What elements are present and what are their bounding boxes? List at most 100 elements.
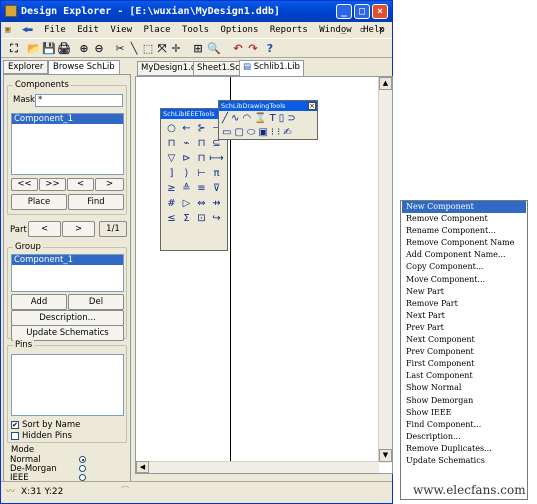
zoom-out-icon[interactable]: ⊖ <box>92 42 106 55</box>
part-prev-button[interactable]: < <box>28 221 61 237</box>
tab-schlib1-lib[interactable]: ▤ Schlib1.Lib <box>239 60 304 76</box>
ieee-tool-icon[interactable]: ← <box>179 121 194 136</box>
ieee-tool-icon[interactable]: ] <box>164 166 179 181</box>
ieee-tool-icon[interactable]: ⌁ <box>179 136 194 151</box>
menu-item-add-component-name[interactable]: Add Component Name... <box>402 249 526 261</box>
title-bar[interactable]: Design Explorer - [E:\wuxian\MyDesign1.d… <box>1 1 392 22</box>
ieee-tool-icon[interactable]: ⊓ <box>194 136 209 151</box>
bezier-tool-icon[interactable]: ∿ <box>231 113 242 124</box>
update-schematics-button[interactable]: Update Schematics <box>11 325 124 341</box>
save-icon[interactable]: 💾 <box>42 42 56 55</box>
group-list[interactable]: Component_1 <box>11 254 124 292</box>
ieee-tool-icon[interactable]: ⊓ <box>194 151 209 166</box>
ieee-tool-icon[interactable]: ⊓ <box>164 136 179 151</box>
ieee-tool-icon[interactable]: # <box>164 196 179 211</box>
scroll-up-icon[interactable]: ▲ <box>379 77 392 90</box>
hidden-pins-checkbox[interactable]: Hidden Pins <box>11 431 72 441</box>
menu-item-remove-part[interactable]: Remove Part <box>402 298 526 310</box>
ieee-tool-icon[interactable]: ○ <box>164 121 179 136</box>
select-icon[interactable]: ⬚ <box>141 42 155 55</box>
checkbox-checked-icon[interactable]: ✔ <box>11 420 19 429</box>
array-tool-icon[interactable]: ⁝⁝ <box>271 127 283 138</box>
cut-icon[interactable]: ✂ <box>113 42 127 55</box>
zoom-in-icon[interactable]: ⊕ <box>77 42 91 55</box>
menu-item-show-normal[interactable]: Show Normal <box>402 382 526 394</box>
menu-item-move-component[interactable]: Move Component... <box>402 274 526 286</box>
ieee-tool-icon[interactable]: ▽ <box>164 151 179 166</box>
menu-item-next-part[interactable]: Next Part <box>402 310 526 322</box>
ieee-tool-icon[interactable]: ≡ <box>194 181 209 196</box>
scroll-down-icon[interactable]: ▼ <box>379 449 392 462</box>
drawing-tools-title[interactable]: SchLibDrawingTools × <box>219 101 317 111</box>
ieee-tool-icon[interactable]: ≥ <box>164 181 179 196</box>
pin-tool-icon[interactable]: ✍ <box>283 127 294 138</box>
close-button[interactable]: × <box>372 4 388 19</box>
ellipse-tool-icon[interactable]: ⬭ <box>247 127 259 138</box>
menu-options[interactable]: Options <box>220 22 258 38</box>
tab-explorer[interactable]: Explorer <box>3 60 49 74</box>
redo-icon[interactable]: ↷ <box>246 42 260 55</box>
ieee-tool-icon[interactable]: ⊳ <box>179 151 194 166</box>
menu-item-rename-component[interactable]: Rename Component... <box>402 225 526 237</box>
menu-tools[interactable]: Tools <box>182 22 209 38</box>
file-icon[interactable]: ⛶ <box>7 42 21 55</box>
add-button[interactable]: Add <box>11 294 67 310</box>
add-part-tool-icon[interactable]: ⊃ <box>287 113 298 124</box>
menu-item-description[interactable]: Description... <box>402 431 526 443</box>
menu-item-show-demorgan[interactable]: Show Demorgan <box>402 395 526 407</box>
next-component-button[interactable]: > <box>95 178 124 191</box>
polygon-tool-icon[interactable]: ⌛ <box>254 113 269 124</box>
image-tool-icon[interactable]: ▣ <box>258 127 270 138</box>
ieee-tool-icon[interactable]: Σ <box>179 211 194 226</box>
menu-item-update-schematics[interactable]: Update Schematics <box>402 455 526 467</box>
menu-item-remove-component-name[interactable]: Remove Component Name <box>402 237 526 249</box>
horizontal-scrollbar[interactable]: ◀ <box>136 461 379 473</box>
first-component-button[interactable]: << <box>11 178 38 191</box>
arc-tool-icon[interactable]: ◠ <box>242 113 254 124</box>
line-tool-icon[interactable]: ╱ <box>222 113 231 124</box>
part-next-button[interactable]: > <box>62 221 95 237</box>
rectangle-tool-icon[interactable]: ▭ <box>222 127 234 138</box>
rounded-rectangle-tool-icon[interactable]: ▢ <box>234 127 246 138</box>
menu-item-show-ieee[interactable]: Show IEEE <box>402 407 526 419</box>
ieee-tool-icon[interactable]: ⟩ <box>179 166 194 181</box>
minimize-button[interactable]: _ <box>336 4 352 19</box>
last-component-button[interactable]: >> <box>39 178 66 191</box>
undo-icon[interactable]: ↶ <box>231 42 245 55</box>
find-button[interactable]: Find <box>68 194 124 210</box>
del-button[interactable]: Del <box>68 294 124 310</box>
description-button[interactable]: Description... <box>11 310 124 326</box>
menu-item-find-component[interactable]: Find Component... <box>402 419 526 431</box>
ieee-tool-icon[interactable]: ⟼ <box>209 151 224 166</box>
list-item[interactable]: Component_1 <box>12 114 123 124</box>
app-menu-icon[interactable]: ▣ <box>5 22 10 38</box>
menu-edit[interactable]: Edit <box>77 22 99 38</box>
ieee-tool-icon[interactable]: ⇸ <box>209 196 224 211</box>
place-button[interactable]: Place <box>11 194 67 210</box>
move-icon[interactable]: ✛ <box>169 42 183 55</box>
menu-item-prev-part[interactable]: Prev Part <box>402 322 526 334</box>
new-component-tool-icon[interactable]: ▯ <box>279 113 288 124</box>
menu-item-last-component[interactable]: Last Component <box>402 370 526 382</box>
menu-file[interactable]: File <box>44 22 66 38</box>
scroll-left-icon[interactable]: ◀ <box>136 461 149 473</box>
menu-item-next-component[interactable]: Next Component <box>402 334 526 346</box>
ieee-tool-icon[interactable]: ↪ <box>209 211 224 226</box>
ieee-tool-icon[interactable]: ▷ <box>179 196 194 211</box>
prev-component-button[interactable]: < <box>67 178 94 191</box>
design-manager-icon[interactable]: ◀▬ <box>22 22 33 38</box>
menu-reports[interactable]: Reports <box>270 22 308 38</box>
menu-item-remove-duplicates[interactable]: Remove Duplicates... <box>402 443 526 455</box>
menu-item-remove-component[interactable]: Remove Component <box>402 213 526 225</box>
menu-item-prev-component[interactable]: Prev Component <box>402 346 526 358</box>
text-tool-icon[interactable]: T <box>270 113 279 124</box>
ieee-tool-icon[interactable]: ≤ <box>164 211 179 226</box>
menu-item-first-component[interactable]: First Component <box>402 358 526 370</box>
menu-place[interactable]: Place <box>143 22 170 38</box>
pins-list[interactable] <box>11 354 124 416</box>
schematic-library-canvas[interactable]: ▲ ▼ ◀ SchLibIEEETools× ○ ← ⊱ ⊣ ⊓ ⌁ ⊓ ⊆ ▽… <box>135 76 393 474</box>
mode-ieee-radio[interactable] <box>79 474 86 481</box>
ieee-tool-icon[interactable]: ≙ <box>179 181 194 196</box>
ieee-tool-icon[interactable]: π <box>209 166 224 181</box>
mdi-controls[interactable]: _ ▫ × <box>341 22 388 38</box>
